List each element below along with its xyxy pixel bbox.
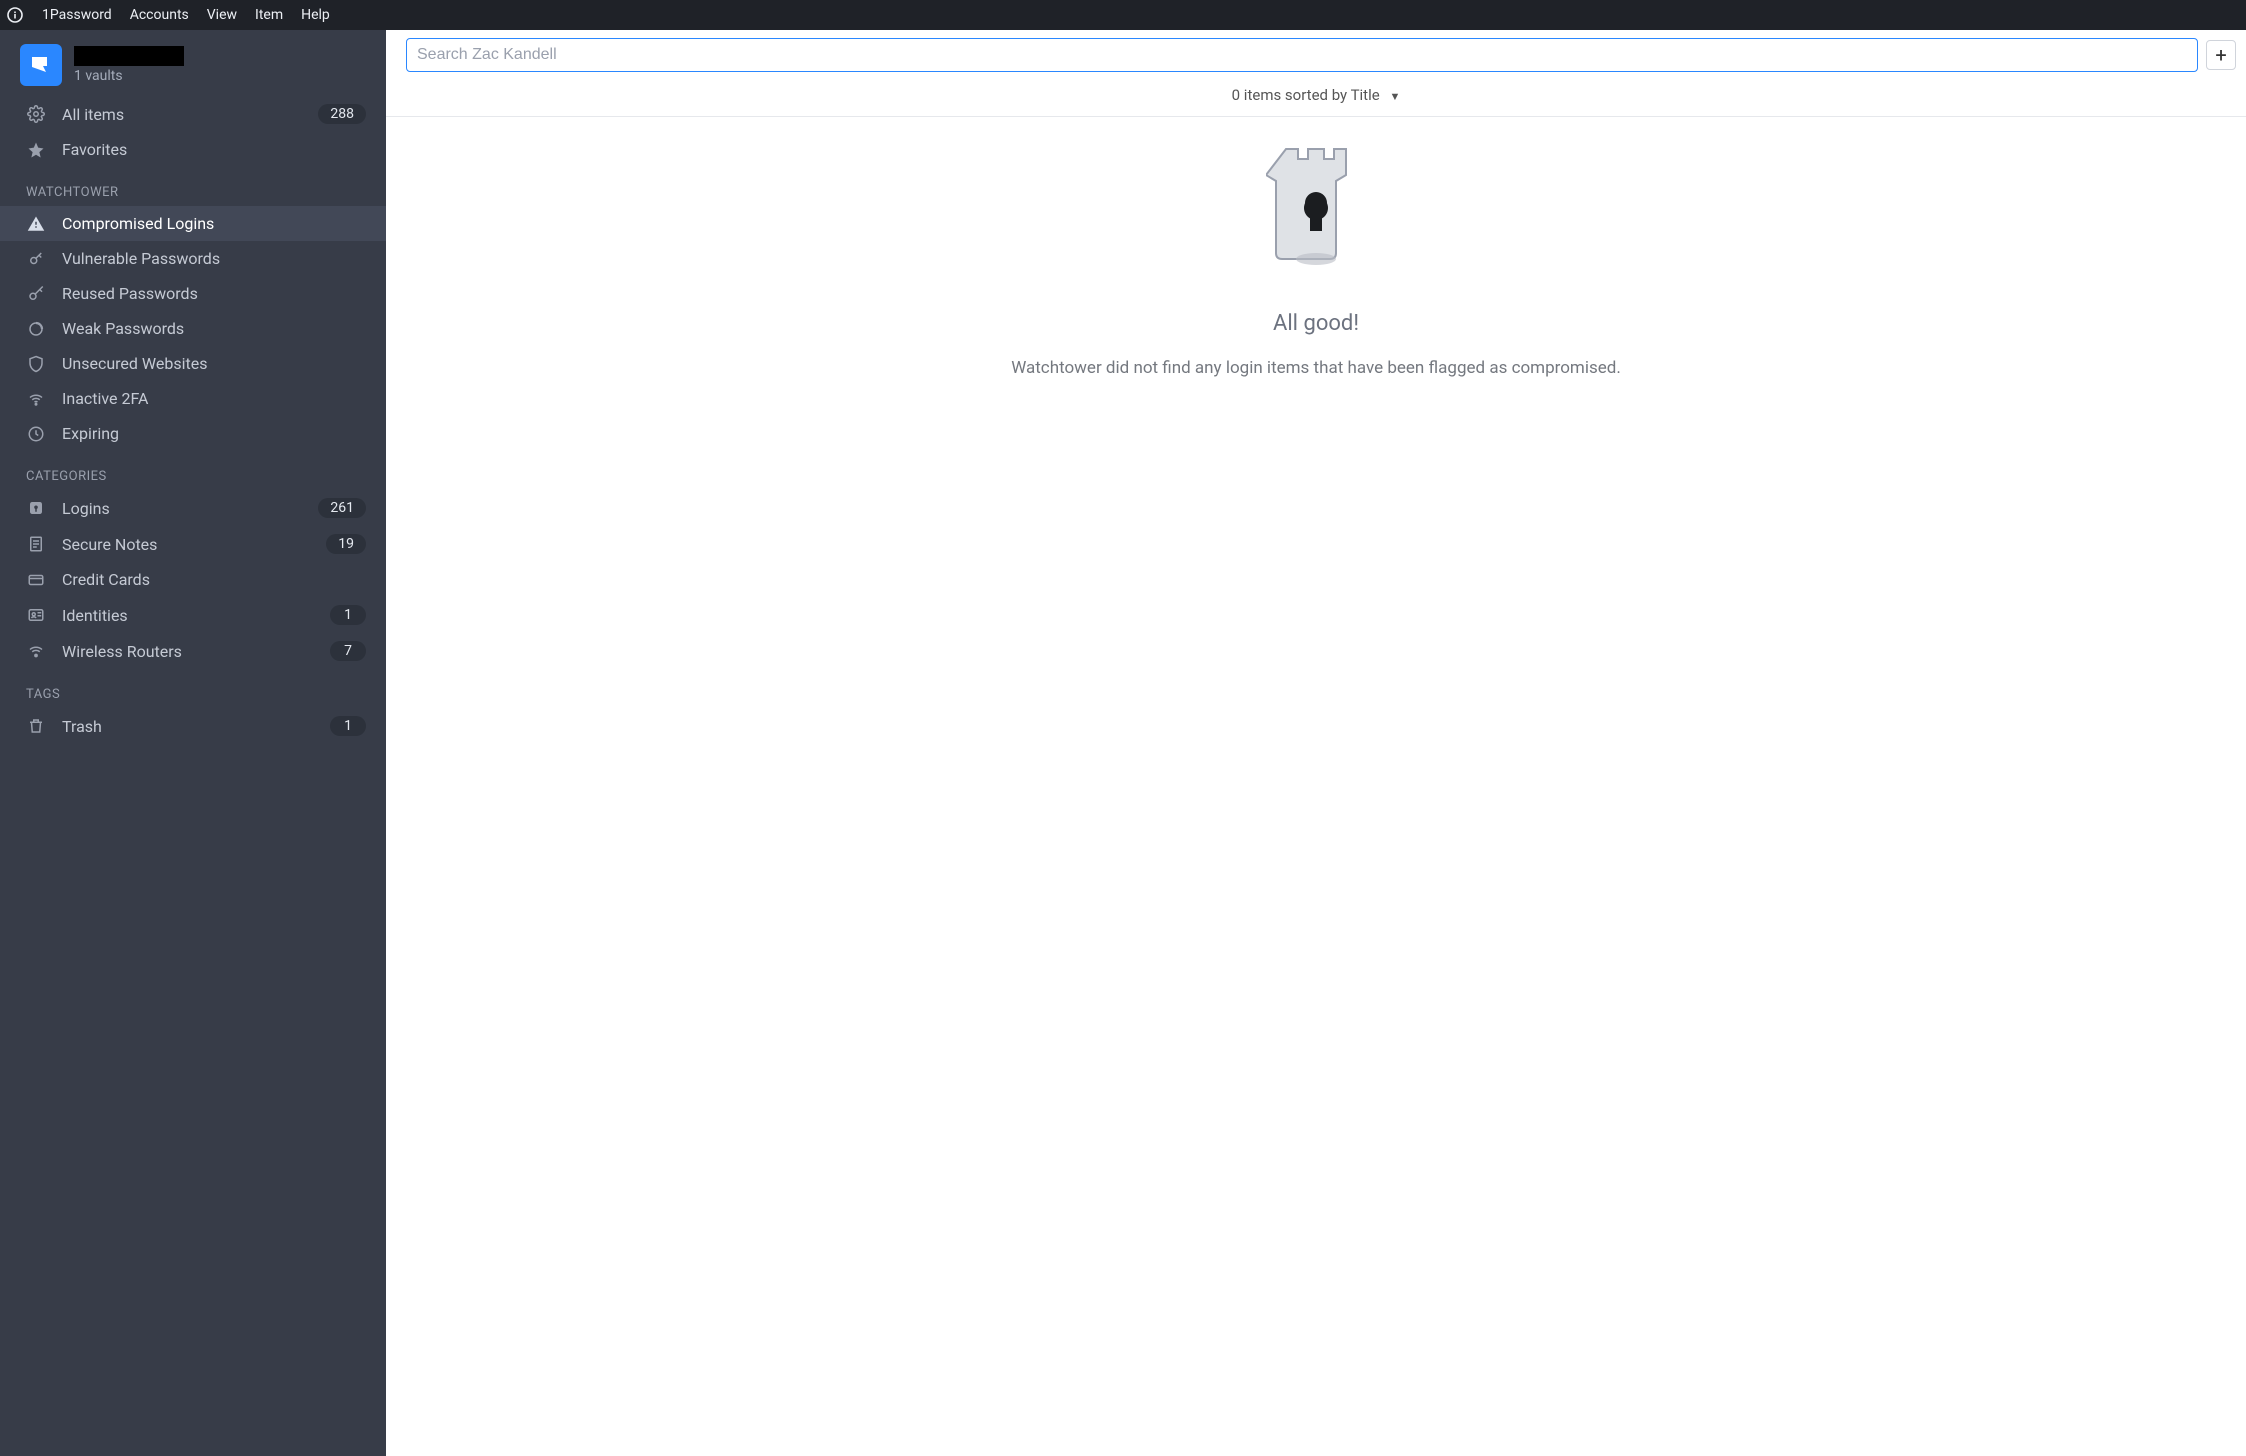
sidebar-item-favorites[interactable]: Favorites (0, 132, 386, 167)
sidebar-item-label: Weak Passwords (62, 319, 366, 338)
sidebar-item-wireless-routers[interactable]: Wireless Routers 7 (0, 633, 386, 669)
settings-icon (26, 105, 46, 123)
sidebar-item-label: All items (62, 105, 302, 124)
sort-row[interactable]: 0 items sorted by Title ▼ (386, 78, 2246, 117)
chevron-down-icon: ▼ (1389, 90, 1400, 103)
trash-icon (26, 717, 46, 735)
shield-icon (26, 355, 46, 373)
sort-label: 0 items sorted by Title (1232, 86, 1380, 104)
plus-icon: + (2215, 43, 2226, 67)
vault-count-label: 1 vaults (74, 68, 184, 84)
menubar: 1Password Accounts View Item Help (0, 0, 2246, 30)
sidebar-item-unsecured-websites[interactable]: Unsecured Websites (0, 346, 386, 381)
count-badge: 19 (326, 534, 366, 554)
sidebar-item-label: Wireless Routers (62, 642, 314, 661)
sidebar-item-identities[interactable]: Identities 1 (0, 597, 386, 633)
account-block[interactable]: 1 vaults (0, 30, 386, 96)
card-icon (26, 571, 46, 589)
menu-item[interactable]: Item (255, 7, 283, 23)
watchtower-icon (1266, 141, 1366, 271)
sidebar-item-weak-passwords[interactable]: Weak Passwords (0, 311, 386, 346)
count-badge: 288 (318, 104, 366, 124)
star-icon (26, 141, 46, 159)
empty-title: All good! (1273, 311, 1359, 336)
router-icon (26, 642, 46, 660)
search-row: + (386, 30, 2246, 78)
sidebar-item-compromised-logins[interactable]: Compromised Logins (0, 206, 386, 241)
sidebar-item-vulnerable-passwords[interactable]: Vulnerable Passwords (0, 241, 386, 276)
search-input[interactable] (406, 38, 2198, 72)
id-icon (26, 606, 46, 624)
section-header-tags: TAGS (0, 669, 386, 708)
sidebar-item-label: Reused Passwords (62, 284, 366, 303)
section-header-watchtower: WATCHTOWER (0, 167, 386, 206)
sidebar-item-label: Inactive 2FA (62, 389, 366, 408)
sidebar-item-label: Favorites (62, 140, 366, 159)
sidebar-item-reused-passwords[interactable]: Reused Passwords (0, 276, 386, 311)
sidebar-item-credit-cards[interactable]: Credit Cards (0, 562, 386, 597)
menu-1password[interactable]: 1Password (42, 7, 112, 23)
content-area: + 0 items sorted by Title ▼ All good! Wa… (386, 30, 2246, 1456)
clock-icon (26, 425, 46, 443)
sidebar: 1 vaults All items 288 Favorites WATCHTO… (0, 30, 386, 1456)
vulnerable-icon (26, 250, 46, 268)
main-area: 1 vaults All items 288 Favorites WATCHTO… (0, 30, 2246, 1456)
sidebar-item-label: Unsecured Websites (62, 354, 366, 373)
count-badge: 261 (318, 498, 366, 518)
sidebar-item-label: Expiring (62, 424, 366, 443)
section-header-categories: CATEGORIES (0, 451, 386, 490)
sidebar-item-label: Credit Cards (62, 570, 366, 589)
sidebar-item-label: Identities (62, 606, 314, 625)
sidebar-item-logins[interactable]: Logins 261 (0, 490, 386, 526)
empty-state: All good! Watchtower did not find any lo… (386, 117, 2246, 1456)
sidebar-item-expiring[interactable]: Expiring (0, 416, 386, 451)
sidebar-item-all-items[interactable]: All items 288 (0, 96, 386, 132)
menu-help[interactable]: Help (301, 7, 330, 23)
menu-accounts[interactable]: Accounts (130, 7, 189, 23)
sidebar-item-label: Secure Notes (62, 535, 310, 554)
note-icon (26, 535, 46, 553)
sidebar-item-label: Logins (62, 499, 302, 518)
count-badge: 1 (330, 605, 366, 625)
alert-icon (26, 215, 46, 233)
app-logo-icon (6, 6, 24, 24)
account-avatar-icon (20, 44, 62, 86)
wifi-icon (26, 390, 46, 408)
sidebar-item-label: Compromised Logins (62, 214, 366, 233)
lock-icon (26, 499, 46, 517)
count-badge: 1 (330, 716, 366, 736)
account-texts: 1 vaults (74, 46, 184, 84)
account-name-redacted (74, 46, 184, 66)
circle-icon (26, 320, 46, 338)
sidebar-item-label: Vulnerable Passwords (62, 249, 366, 268)
sidebar-item-inactive-2fa[interactable]: Inactive 2FA (0, 381, 386, 416)
key-icon (26, 285, 46, 303)
count-badge: 7 (330, 641, 366, 661)
add-item-button[interactable]: + (2206, 40, 2236, 70)
menu-view[interactable]: View (207, 7, 237, 23)
sidebar-item-trash[interactable]: Trash 1 (0, 708, 386, 744)
sidebar-item-label: Trash (62, 717, 314, 736)
sidebar-item-secure-notes[interactable]: Secure Notes 19 (0, 526, 386, 562)
empty-subtitle: Watchtower did not find any login items … (1011, 358, 1621, 378)
